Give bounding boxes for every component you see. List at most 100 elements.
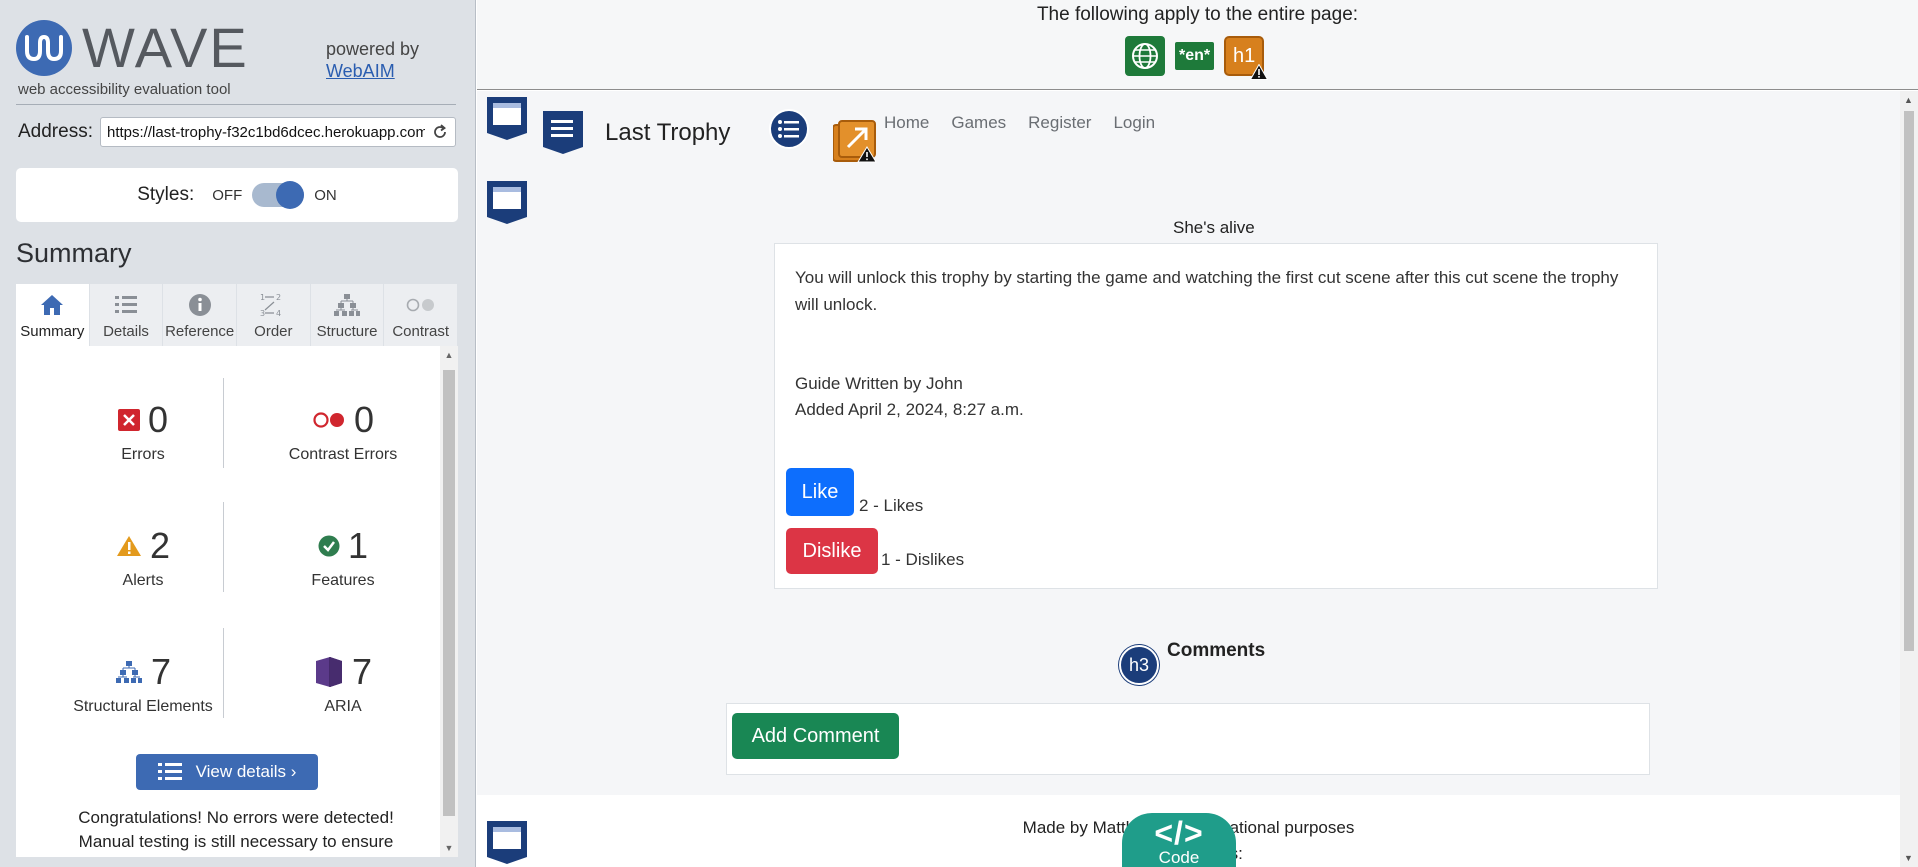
tab-order[interactable]: 1 2 3 4 Order (237, 284, 311, 346)
scroll-thumb[interactable] (443, 370, 455, 816)
address-label: Address: (18, 121, 93, 142)
warning-icon (1250, 64, 1269, 80)
tab-structure[interactable]: Structure (310, 284, 385, 346)
panel-tabs: Summary Details Reference 1 2 3 4 Order Str… (16, 284, 459, 346)
add-comment-button[interactable]: Add Comment (732, 713, 899, 759)
dislike-button[interactable]: Dislike (786, 528, 878, 574)
stat-alerts[interactable]: 2 Alerts (43, 524, 243, 590)
home-icon (40, 291, 64, 319)
stat-errors[interactable]: 0 Errors (43, 398, 243, 464)
page-level-bar: The following apply to the entire page: … (477, 0, 1918, 90)
features-count: 1 (347, 525, 369, 566)
contrast-error-icon (313, 412, 344, 428)
code-toggle-button[interactable]: </> Code (1122, 813, 1236, 867)
h3-heading-icon[interactable]: h3 (1119, 645, 1159, 685)
contrast-errors-label: Contrast Errors (288, 446, 398, 463)
structural-label: Structural Elements (73, 698, 213, 715)
nav-home[interactable]: Home (884, 113, 929, 133)
page-level-icons: *en* h1 (1125, 36, 1269, 80)
guide-card: You will unlock this trophy by starting … (774, 243, 1658, 589)
errors-label: Errors (121, 446, 165, 463)
view-details-label: View details › (195, 762, 297, 781)
evaluated-page: Last Trophy Home Games Register Login Sh… (477, 91, 1900, 867)
site-brand[interactable]: Last Trophy (605, 119, 730, 147)
tab-label: Summary (20, 323, 85, 340)
wave-logo[interactable]: WAVE (16, 20, 249, 76)
info-icon (188, 291, 212, 319)
list-feature-icon[interactable] (769, 109, 809, 149)
toggle-knob (276, 181, 305, 209)
redundant-link-alert-icon[interactable] (833, 119, 877, 163)
nav-login[interactable]: Login (1113, 113, 1155, 133)
svg-text:4: 4 (276, 309, 281, 318)
structure-icon (333, 291, 361, 319)
panel-scrollbar[interactable]: ▲ ▼ (440, 346, 458, 857)
nav-games[interactable]: Games (951, 113, 1006, 133)
guide-author: Guide Written by John (795, 374, 963, 393)
address-value: https://last-trophy-f32c1bd6dcec.herokua… (107, 123, 425, 141)
congrats-line: Congratulations! No errors were detected… (78, 808, 394, 827)
page-scroll-thumb[interactable] (1904, 111, 1914, 651)
likes-count: 2 - Likes (859, 496, 924, 515)
styles-on-label: ON (314, 186, 337, 204)
page-scroll-up[interactable]: ▲ (1904, 95, 1913, 105)
code-label: Code (1158, 848, 1200, 867)
comments-section: Add Comment (726, 703, 1650, 775)
aria-label: ARIA (324, 698, 362, 715)
page-scroll-down[interactable]: ▼ (1904, 853, 1913, 863)
powered-by-text: powered by (326, 39, 420, 59)
scroll-down-arrow[interactable]: ▼ (444, 843, 454, 853)
tab-label: Details (103, 323, 149, 340)
address-input[interactable]: https://last-trophy-f32c1bd6dcec.herokua… (100, 117, 456, 147)
styles-toggle-card: Styles: OFF ON (16, 168, 458, 222)
header-landmark-icon[interactable] (485, 95, 529, 141)
wave-tagline: web accessibility evaluation tool (18, 81, 231, 98)
powered-by: powered by WebAIM (326, 38, 419, 82)
nav-register[interactable]: Register (1028, 113, 1091, 133)
page-scrollbar[interactable]: ▲ ▼ (1900, 91, 1918, 867)
language-badge[interactable]: *en* (1175, 42, 1215, 70)
structure-icon (115, 661, 142, 683)
wave-logo-text: WAVE (82, 16, 249, 79)
tab-summary[interactable]: Summary (16, 284, 90, 346)
nav-landmark-icon[interactable] (541, 109, 585, 155)
webaim-link[interactable]: WebAIM (326, 61, 395, 81)
order-icon: 1 2 3 4 (259, 291, 287, 319)
dislikes-count: 1 - Dislikes (881, 550, 965, 569)
site-nav: Home Games Register Login (884, 113, 1155, 133)
tab-contrast[interactable]: Contrast (384, 284, 459, 346)
stat-aria[interactable]: 7 ARIA (243, 650, 443, 716)
globe-icon[interactable] (1125, 36, 1165, 76)
scroll-up-arrow[interactable]: ▲ (444, 350, 454, 360)
guide-description: You will unlock this trophy by starting … (795, 268, 1619, 314)
tab-label: Order (254, 323, 293, 340)
page-level-text: The following apply to the entire page: (1036, 4, 1359, 25)
tab-label: Contrast (392, 323, 450, 340)
svg-text:2: 2 (276, 293, 281, 302)
error-icon (117, 409, 140, 431)
main-landmark-icon[interactable] (485, 179, 529, 225)
like-button[interactable]: Like (786, 468, 854, 516)
tab-details[interactable]: Details (89, 284, 164, 346)
alerts-count: 2 (149, 525, 171, 566)
alert-icon (116, 536, 141, 556)
tab-reference[interactable]: Reference (163, 284, 238, 346)
wave-logo-icon (16, 20, 72, 76)
aria-count: 7 (351, 651, 373, 692)
aria-icon (315, 657, 342, 687)
stat-structural[interactable]: 7 Structural Elements (43, 650, 243, 716)
congrats-message: Congratulations! No errors were detected… (36, 806, 436, 854)
styles-off-label: OFF (212, 186, 243, 204)
styles-toggle[interactable] (252, 181, 305, 209)
reload-icon[interactable] (431, 123, 449, 141)
congrats-line: Manual testing is still necessary to ens… (78, 832, 394, 851)
sidebar-divider (16, 104, 456, 105)
summary-title: Summary (16, 238, 132, 268)
stat-contrast-errors[interactable]: 0 Contrast Errors (243, 398, 443, 464)
contrast-icon (406, 291, 436, 319)
stat-divider (223, 628, 224, 718)
view-details-button[interactable]: View details › (136, 754, 318, 790)
stat-divider (223, 378, 224, 468)
h1-alert-icon[interactable]: h1 (1224, 36, 1269, 80)
stat-features[interactable]: 1 Features (243, 524, 443, 590)
